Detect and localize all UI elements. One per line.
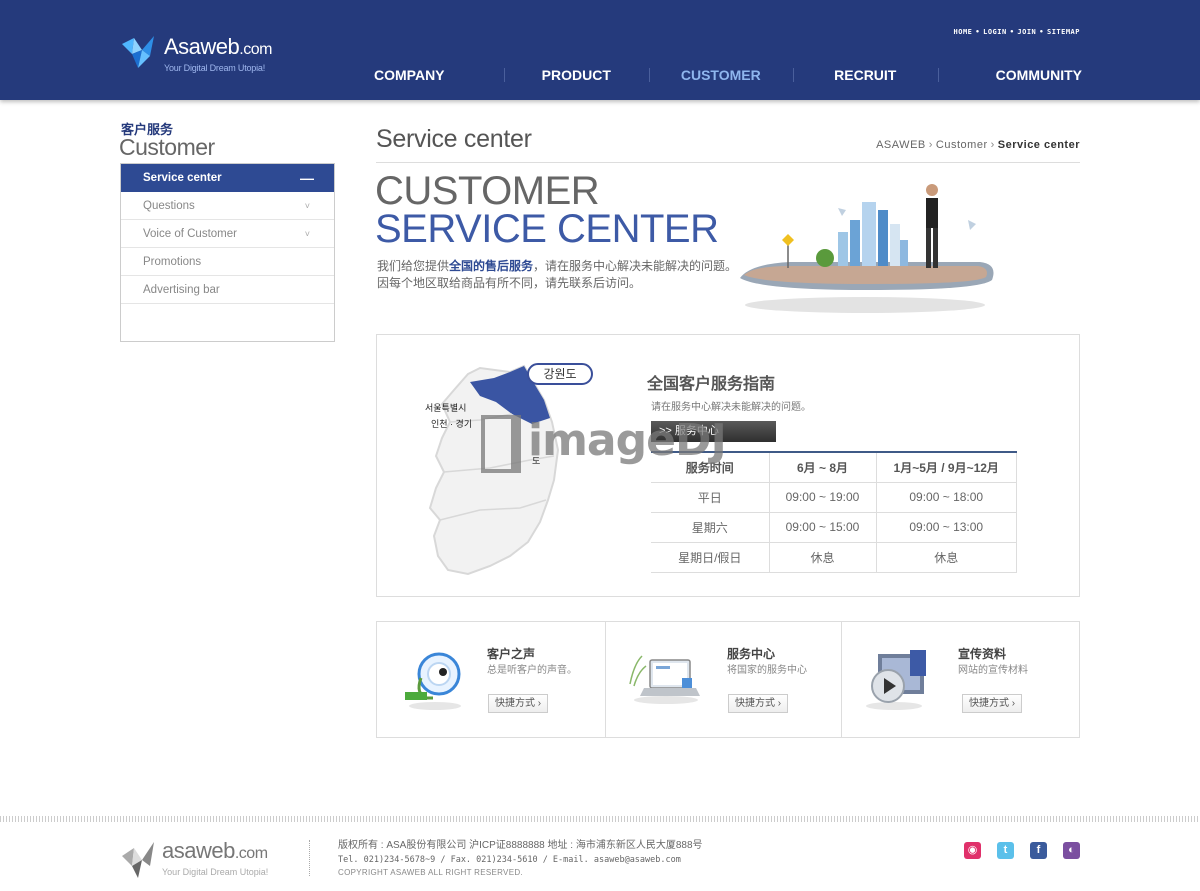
footer-separator [309, 840, 310, 876]
twitter-icon[interactable]: t [997, 842, 1014, 859]
quick-title: 服务中心 [727, 647, 776, 661]
guide-title: 全国客户服务指南 [647, 376, 776, 393]
sidebar-item-questions[interactable]: Questions ˅ [121, 192, 334, 220]
footer-logo-mark-icon [122, 842, 154, 878]
footer-logo-name: asaweb.com [162, 838, 268, 863]
breadcrumb-customer[interactable]: Customer [936, 139, 988, 151]
sidebar-item-label: Voice of Customer [143, 228, 237, 240]
sidebar-item-service-center[interactable]: Service center — [121, 164, 334, 192]
table-cell: 星期日/假日 [651, 541, 770, 573]
sidebar-menu: Service center — Questions ˅ Voice of Cust… [120, 163, 335, 342]
global-nav: COMPANY PRODUCT CUSTOMER RECRUIT COMMUNI… [374, 64, 1082, 86]
map-label-incheon[interactable]: 인천 · 경기 [431, 417, 472, 430]
quick-title: 客户之声 [487, 647, 536, 661]
table-row: 星期日/假日 休息 休息 [651, 541, 1017, 573]
table-cell: 09:00 ~ 13:00 [875, 511, 1017, 543]
util-sitemap-link[interactable]: SITEMAP [1047, 28, 1080, 36]
service-hours-table: 服务时间 6月 ~ 8月 1月~5月 / 9月~12月 平日 09:00 ~ 1… [651, 451, 1017, 573]
nav-customer[interactable]: CUSTOMER [648, 64, 793, 86]
quick-item-voice: 客户之声 总是听客户的声音。 快捷方式 › [377, 622, 605, 737]
chevron-down-icon: ˅ [304, 229, 310, 239]
city-tablet-illustration [730, 180, 1000, 320]
logo-mark-icon [120, 34, 158, 72]
footer-divider [0, 816, 1200, 822]
sidebar-item-label: Advertising bar [143, 284, 220, 296]
facebook-icon[interactable]: f [1030, 842, 1047, 859]
breadcrumb: ASAWEB › Customer › Service center [876, 139, 1080, 151]
hero-heading-line1: CUSTOMER [375, 169, 600, 213]
logo-name: Asaweb.com [164, 34, 272, 59]
footer-contact-line: Tel. 021)234-5678~9 / Fax. 021)234-5610 … [338, 855, 681, 865]
header: Asaweb.com Your Digital Dream Utopia! HO… [0, 0, 1200, 100]
table-row: 星期六 09:00 ~ 15:00 09:00 ~ 13:00 [651, 511, 1017, 543]
sidebar-item-advertising-bar[interactable]: Advertising bar [121, 276, 334, 304]
me2day-icon[interactable]: ◐ [1063, 842, 1080, 859]
table-cell: 09:00 ~ 18:00 [875, 481, 1017, 513]
quick-desc: 将国家的服务中心 [727, 665, 807, 676]
nav-product[interactable]: PRODUCT [504, 64, 648, 86]
quick-shortcut-button[interactable]: 快捷方式 › [962, 694, 1023, 713]
quick-links: 客户之声 总是听客户的声音。 快捷方式 › 服务中心 将国家的服务中心 快捷方式… [376, 621, 1080, 738]
chevron-right-icon: › [990, 139, 995, 151]
title-divider [376, 162, 1080, 163]
quick-shortcut-button[interactable]: 快捷方式 › [728, 694, 789, 713]
sns-links: ◉ t f ◐ [964, 842, 1080, 859]
table-row: 平日 09:00 ~ 19:00 09:00 ~ 18:00 [651, 481, 1017, 513]
watermark: imageDJ [528, 415, 727, 466]
util-login-link[interactable]: LOGIN [983, 28, 1007, 36]
table-cell: 休息 [768, 541, 877, 573]
nav-community[interactable]: COMMUNITY [937, 64, 1082, 86]
quick-item-service: 服务中心 将国家的服务中心 快捷方式 › [605, 622, 841, 737]
quick-title: 宣传资料 [958, 647, 1007, 661]
table-cell: 09:00 ~ 15:00 [768, 511, 877, 543]
chevron-down-icon: ˅ [304, 201, 310, 211]
footer-copyright: COPYRIGHT ASAWEB ALL RIGHT RESERVED. [338, 868, 523, 877]
sidebar-item-voice-of-customer[interactable]: Voice of Customer ˅ [121, 220, 334, 248]
headset-icon [399, 644, 473, 714]
guide-subtitle: 请在服务中心解决未能解决的问题。 [651, 402, 811, 413]
table-cell: 平日 [651, 481, 770, 513]
footer-company-line: 版权所有 : ASA股份有限公司 沪ICP证8888888 地址 : 海市浦东新… [338, 840, 703, 851]
nav-recruit[interactable]: RECRUIT [793, 64, 937, 86]
quick-desc: 总是听客户的声音。 [487, 665, 577, 676]
breadcrumb-home[interactable]: ASAWEB [876, 139, 926, 151]
table-cell: 休息 [875, 541, 1017, 573]
site-logo[interactable]: Asaweb.com Your Digital Dream Utopia! [120, 34, 272, 73]
table-header: 6月 ~ 8月 [768, 451, 877, 483]
footer-logo[interactable]: asaweb.com Your Digital Dream Utopia! [122, 838, 268, 880]
sidebar-item-promotions[interactable]: Promotions [121, 248, 334, 276]
table-cell: 09:00 ~ 19:00 [768, 481, 877, 513]
sidebar-item-label: Service center [143, 172, 222, 184]
chevron-right-icon: › [928, 139, 933, 151]
quick-shortcut-button[interactable]: 快捷方式 › [488, 694, 549, 713]
map-label-seoul[interactable]: 서울특별시 [425, 401, 466, 414]
util-join-link[interactable]: JOIN [1017, 28, 1036, 36]
footer-info: 版权所有 : ASA股份有限公司 沪ICP证8888888 地址 : 海市浦东新… [338, 839, 703, 878]
watermark-logo-icon [481, 415, 521, 473]
logo-slogan: Your Digital Dream Utopia! [164, 63, 266, 73]
table-header: 1月~5月 / 9月~12月 [875, 451, 1017, 483]
hero-heading-line2: SERVICE CENTER [375, 207, 719, 251]
util-home-link[interactable]: HOME [954, 28, 973, 36]
quick-desc: 网站的宣传材料 [958, 665, 1028, 676]
breadcrumb-current: Service center [997, 139, 1080, 151]
footer-logo-slogan: Your Digital Dream Utopia! [162, 867, 269, 877]
region-badge[interactable]: 강원도 [527, 363, 593, 385]
quick-item-promo: 宣传资料 网站的宣传材料 快捷方式 › [841, 622, 1079, 737]
minus-icon: — [300, 170, 314, 186]
video-icon [858, 644, 932, 714]
utility-nav: HOME • LOGIN • JOIN • SITEMAP [953, 28, 1080, 36]
weibo-icon[interactable]: ◉ [964, 842, 981, 859]
sidebar-item-label: Promotions [143, 256, 202, 268]
laptop-icon [626, 644, 700, 714]
hero-description: 我们给您提供全国的售后服务，请在服务中心解决未能解决的问题。 因每个地区取给商品… [377, 259, 738, 290]
page-title: Service center [376, 125, 532, 153]
nav-company[interactable]: COMPANY [374, 64, 504, 86]
table-cell: 星期六 [651, 511, 770, 543]
sidebar-title-en: Customer [119, 134, 215, 160]
sidebar-item-label: Questions [143, 200, 195, 212]
